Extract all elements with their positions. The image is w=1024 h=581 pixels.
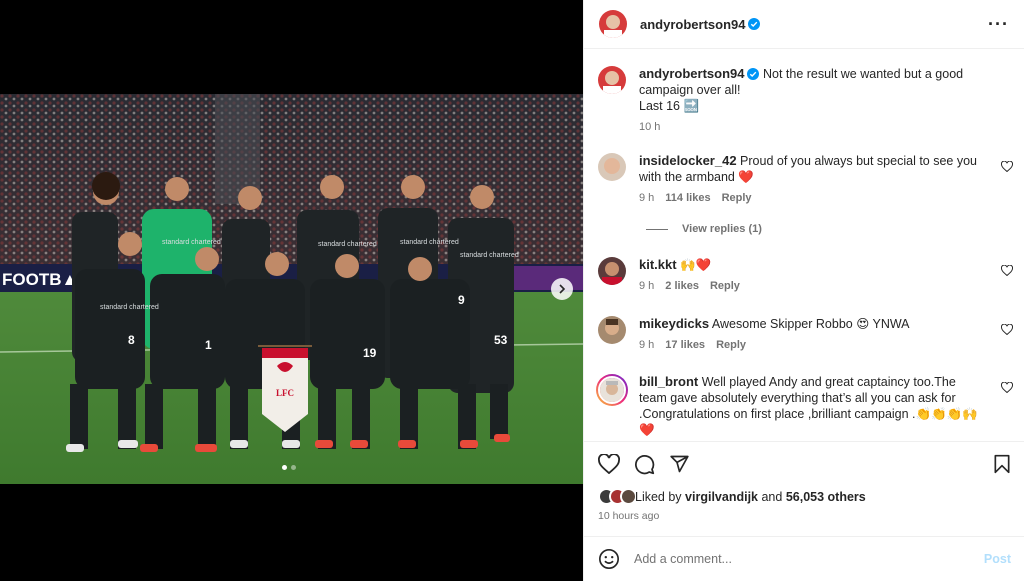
- caption-line-2: Last 16: [639, 99, 681, 113]
- post-header: andyrobertson94 ···: [584, 0, 1024, 49]
- sponsor-text: standard chartered: [162, 239, 221, 246]
- add-comment-bar: Post: [584, 536, 1024, 581]
- shirt-number: 1: [205, 338, 212, 352]
- commenter-avatar[interactable]: [598, 257, 626, 285]
- comment-text: 🙌❤️: [680, 258, 712, 272]
- save-bookmark-icon[interactable]: [993, 454, 1011, 474]
- comment-likes[interactable]: 17 likes: [665, 337, 705, 353]
- sponsor-text: standard chartered: [460, 252, 519, 259]
- comment-time[interactable]: 9 h: [639, 337, 654, 353]
- comment-likes[interactable]: 2 likes: [665, 278, 699, 294]
- like-heart-icon[interactable]: [598, 454, 620, 474]
- carousel-dot: [291, 465, 296, 470]
- reply-button[interactable]: Reply: [716, 337, 746, 353]
- author-username[interactable]: andyrobertson94: [640, 17, 745, 32]
- shirt-number: 53: [494, 333, 508, 347]
- carousel-dot-active: [282, 465, 287, 470]
- instagram-post-modal: FOOTB▲L 8 19 53 1 9 standard chartered s…: [0, 0, 1024, 581]
- verified-badge-icon: [747, 68, 760, 80]
- view-replies-label: View replies (1): [682, 223, 762, 235]
- comment-likes[interactable]: 114 likes: [665, 190, 710, 206]
- caption-time[interactable]: 10 h: [639, 119, 660, 135]
- post-actions-bar: [584, 441, 1024, 486]
- soon-emoji: 🔜: [683, 99, 700, 113]
- shirt-number: 8: [128, 333, 135, 347]
- comment-item: mikeydicks Awesome Skipper Robbo 😍 YNWA …: [598, 316, 1024, 353]
- reply-button[interactable]: Reply: [722, 190, 752, 206]
- comment-time[interactable]: 9 h: [639, 278, 654, 294]
- comment-username[interactable]: kit.kkt: [639, 257, 677, 272]
- like-comment-heart-icon[interactable]: [1001, 324, 1013, 335]
- like-comment-heart-icon[interactable]: [1001, 161, 1013, 172]
- liker-avatars: [598, 488, 637, 505]
- liked-by-and: and: [761, 489, 783, 504]
- divider-line: [646, 228, 668, 230]
- author-avatar[interactable]: [598, 66, 626, 94]
- comment-item: insidelocker_42 Proud of you always but …: [598, 153, 1024, 206]
- next-slide-button[interactable]: [551, 278, 573, 300]
- comment-item: bill_bront Well played Andy and great ca…: [596, 374, 1024, 438]
- comment-username[interactable]: bill_bront: [639, 374, 698, 389]
- likes-count[interactable]: 56,053 others: [786, 490, 866, 504]
- shirt-number: 9: [458, 293, 465, 307]
- post-details-panel: andyrobertson94 ··· andyrobertson94 Not …: [583, 0, 1024, 581]
- more-options-icon[interactable]: ···: [988, 14, 1009, 35]
- view-replies-button[interactable]: View replies (1): [646, 223, 762, 235]
- caption-username[interactable]: andyrobertson94: [639, 66, 744, 81]
- commenter-avatar[interactable]: [598, 316, 626, 344]
- like-comment-heart-icon[interactable]: [1001, 265, 1013, 276]
- author-avatar[interactable]: [599, 10, 627, 38]
- commenter-avatar[interactable]: [598, 153, 626, 181]
- verified-badge-icon: [748, 18, 761, 30]
- like-comment-heart-icon[interactable]: [1001, 382, 1013, 393]
- emoji-picker-icon[interactable]: [598, 548, 620, 570]
- post-media: FOOTB▲L 8 19 53 1 9 standard chartered s…: [0, 0, 583, 581]
- shirt-number: 19: [363, 346, 377, 360]
- post-comment-button[interactable]: Post: [984, 552, 1011, 566]
- chevron-right-icon: [559, 284, 566, 294]
- commenter-avatar-story-ring[interactable]: [596, 374, 628, 406]
- sponsor-text: standard chartered: [100, 304, 159, 311]
- add-comment-input[interactable]: [634, 552, 984, 566]
- post-timestamp[interactable]: 10 hours ago: [598, 510, 659, 522]
- sponsor-text: standard chartered: [318, 241, 377, 248]
- comments-list: andyrobertson94 Not the result we wanted…: [584, 50, 1024, 440]
- comment-time[interactable]: 9 h: [639, 190, 654, 206]
- pennant-text: LFC: [276, 388, 294, 398]
- likes-summary[interactable]: Liked by virgilvandijk and 56,053 others: [598, 488, 866, 505]
- liked-by-label: Liked by: [635, 489, 682, 504]
- post-caption: andyrobertson94 Not the result we wanted…: [598, 66, 1024, 135]
- reply-button[interactable]: Reply: [710, 278, 740, 294]
- sponsor-text: standard chartered: [400, 239, 459, 246]
- carousel-indicator: [282, 465, 296, 470]
- comment-bubble-icon[interactable]: [634, 454, 655, 475]
- comment-text: Awesome Skipper Robbo 😍 YNWA: [711, 317, 910, 331]
- comment-item: kit.kkt 🙌❤️ 9 h 2 likes Reply: [598, 257, 1024, 294]
- liked-by-user[interactable]: virgilvandijk: [685, 490, 758, 504]
- comment-username[interactable]: mikeydicks: [639, 316, 709, 331]
- comment-username[interactable]: insidelocker_42: [639, 153, 737, 168]
- team-photo: FOOTB▲L 8 19 53 1 9 standard chartered s…: [0, 94, 583, 484]
- share-paper-plane-icon[interactable]: [669, 454, 690, 474]
